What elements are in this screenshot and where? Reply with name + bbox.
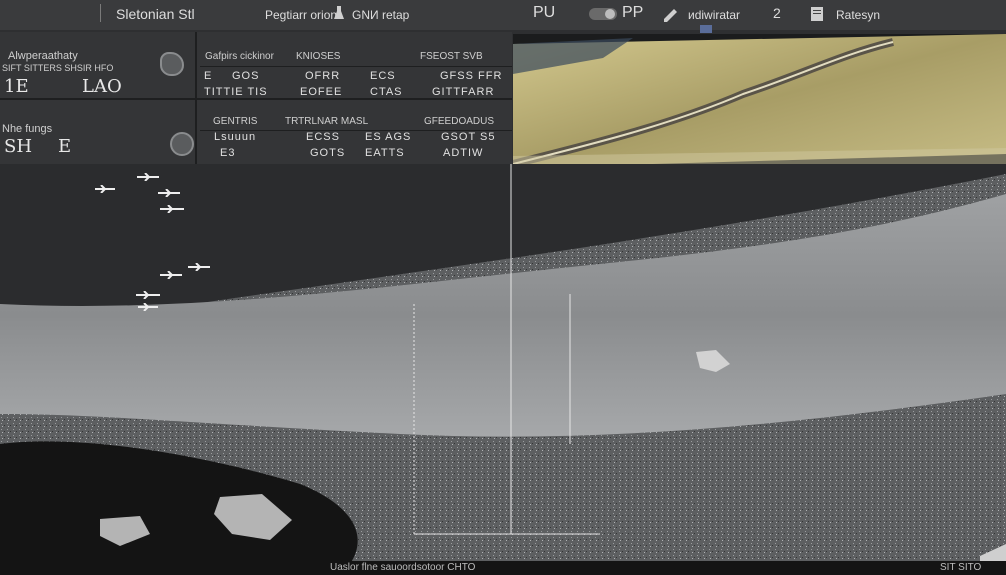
bird-icon[interactable]: [137, 168, 159, 186]
table-cell: GOS: [232, 70, 260, 82]
table-cell: ES AGS: [365, 131, 412, 143]
table-cell: EOFEE: [300, 86, 343, 98]
table-cell: GITTFARR: [432, 86, 495, 98]
top-menu-bar: Sletonian Stl Pegtiarr orion GNИ retap P…: [0, 0, 1006, 33]
page-number: 2: [773, 5, 781, 21]
table-cell: ADTIW: [443, 147, 484, 159]
table-cell: E: [204, 70, 213, 82]
bird-icon[interactable]: [95, 180, 115, 198]
toolbar-label-a[interactable]: PU: [533, 4, 555, 22]
table-cell: TITTIE TIS: [204, 86, 268, 98]
shell-icon[interactable]: [160, 52, 184, 76]
app-title: Sletonian Stl: [116, 6, 195, 22]
status-corner: SIT SITO: [940, 562, 982, 573]
toolbar-right-label[interactable]: Ratesyn: [836, 8, 880, 22]
table-cell: Lsuuun: [214, 131, 257, 143]
bird-icon[interactable]: [188, 258, 210, 276]
status-caption: Uaslor flne sauoordsotoor CHTO: [330, 562, 476, 573]
big-value-right: LAO: [82, 76, 122, 97]
column-header: TRTRLNAR MASL: [285, 116, 369, 127]
bird-icon[interactable]: [138, 298, 158, 316]
toolbar-mode-label[interactable]: иdiwiratar: [688, 8, 740, 22]
table-cell: ECS: [370, 70, 396, 82]
menu-item-region[interactable]: Pegtiarr orion: [265, 8, 337, 22]
flask-icon[interactable]: [333, 5, 345, 24]
table-cell: GOTS: [310, 147, 346, 159]
table-cell: GFSS FFR: [440, 70, 503, 82]
table-cell: ECSS: [306, 131, 340, 143]
menu-item-retap[interactable]: GNИ retap: [352, 8, 409, 22]
pencil-icon[interactable]: [662, 6, 680, 25]
bird-icon[interactable]: [160, 200, 184, 218]
scan-viewport[interactable]: [0, 164, 1006, 575]
section-title: Alwperaathaty: [8, 50, 78, 62]
divider: [100, 4, 101, 22]
table-cell: CTAS: [370, 86, 403, 98]
toolbar-label-b[interactable]: PP: [622, 4, 643, 22]
info-panel: Alwperaathaty SIFT SITTERS SHSIR HFO 1E …: [0, 32, 512, 164]
table-cell: OFRR: [305, 70, 341, 82]
section-subtitle: SIFT SITTERS SHSIR HFO: [2, 63, 114, 73]
big-value-left: 1E: [4, 76, 29, 97]
column-header: GENTRIS: [213, 116, 258, 127]
toggle-icon[interactable]: [588, 5, 618, 26]
table-cell: E3: [220, 147, 236, 159]
big-value-left: SH: [4, 136, 33, 157]
column-header: KNIOSES: [296, 51, 341, 62]
status-bar: Uaslor flne sauoordsotoor CHTO SIT SITO: [0, 561, 1006, 575]
table-cell: GSOT S5: [441, 131, 496, 143]
column-header: FSEOST SVB: [420, 51, 483, 62]
document-icon[interactable]: [810, 6, 824, 25]
big-value-right: E: [58, 136, 72, 157]
divider: [0, 98, 512, 100]
column-header: Gafpirs cickinor: [205, 51, 274, 62]
column-header: GFEEDOADUS: [424, 116, 495, 127]
table-cell: EATTS: [365, 147, 405, 159]
divider: [200, 66, 512, 67]
bird-icon[interactable]: [160, 266, 182, 284]
terrain-3d-view[interactable]: [513, 34, 1006, 168]
divider: [195, 32, 197, 164]
section-title: Nhe fungs: [2, 123, 53, 135]
coin-icon[interactable]: [170, 132, 194, 156]
